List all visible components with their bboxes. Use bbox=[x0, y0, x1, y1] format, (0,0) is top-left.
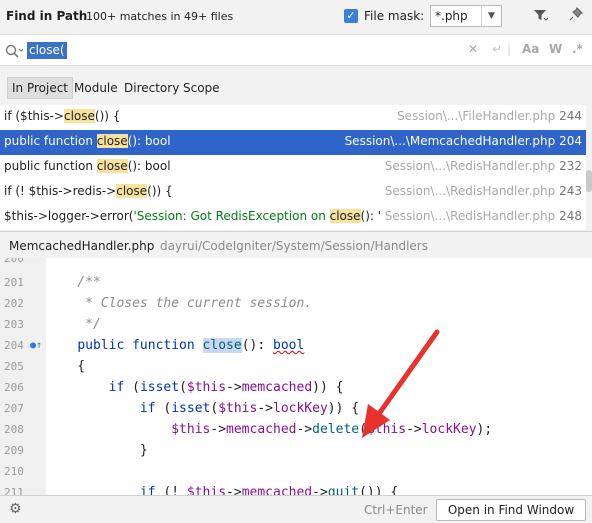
match-case-button[interactable]: Aa bbox=[522, 42, 539, 56]
pin-icon[interactable] bbox=[566, 6, 586, 27]
code-line: 203 */ bbox=[4, 317, 101, 332]
tab-directory[interactable]: Directory bbox=[120, 77, 183, 99]
code-line: 210 bbox=[4, 465, 24, 478]
code-line: 208 $this->memcached->delete($this->lock… bbox=[4, 422, 493, 437]
result-row[interactable]: if ($this->close()) { Session\...\FileHa… bbox=[0, 105, 586, 130]
implementation-marker-icon[interactable]: ●↑ bbox=[30, 340, 44, 354]
find-header: Find in Path 100+ matches in 49+ files ✓… bbox=[0, 0, 592, 34]
clear-icon[interactable]: ✕ bbox=[468, 42, 478, 56]
tab-in-project[interactable]: In Project bbox=[7, 77, 74, 99]
code-line: 202 * Closes the current session. bbox=[4, 296, 313, 311]
result-code: $this->logger->error('Session: Got Redis… bbox=[4, 209, 400, 223]
file-mask-checkbox[interactable]: ✓ bbox=[344, 9, 358, 23]
code-line: 211 if (! $this->memcached->quit()) { bbox=[4, 485, 399, 495]
regex-button[interactable]: .* bbox=[572, 42, 583, 56]
result-path: Session\...\RedisHandler.php 248 bbox=[380, 209, 582, 223]
preview-file-path: dayrui/CodeIgniter/System/Session/Handle… bbox=[160, 239, 428, 253]
results-list: if ($this->close()) { Session\...\FileHa… bbox=[0, 105, 592, 230]
file-mask-select[interactable]: *.php ▼ bbox=[430, 5, 502, 27]
result-code: if (! $this->redis->close()) { bbox=[4, 184, 173, 198]
result-row[interactable]: public function close(): bool Session\..… bbox=[0, 155, 586, 180]
code-line: 207 if (isset($this->lockKey)) { bbox=[4, 401, 360, 416]
tab-scope[interactable]: Scope bbox=[179, 77, 224, 99]
result-code: if ($this->close()) { bbox=[4, 109, 121, 123]
file-mask-label: File mask: bbox=[364, 9, 425, 23]
preview-file-name: MemcachedHandler.php bbox=[9, 239, 155, 253]
new-line-icon[interactable]: ↵ bbox=[492, 42, 502, 56]
search-bar: close( ✕ ↵ | Aa W .* bbox=[0, 34, 592, 66]
file-mask-value: *.php bbox=[435, 9, 468, 23]
preview-header: MemcachedHandler.php dayrui/CodeIgniter/… bbox=[0, 231, 592, 258]
match-count: 100+ matches in 49+ files bbox=[86, 10, 234, 23]
filter-icon[interactable] bbox=[530, 7, 550, 27]
result-row[interactable]: if (! $this->redis->close()) { Session\.… bbox=[0, 180, 586, 205]
open-in-find-window-button[interactable]: Open in Find Window bbox=[436, 499, 586, 521]
result-path: Session\...\RedisHandler.php 232 bbox=[380, 159, 582, 173]
code-line: 209 } bbox=[4, 443, 148, 458]
result-path: Session\...\FileHandler.php 244 bbox=[393, 109, 582, 123]
gear-icon[interactable]: ⚙ bbox=[9, 501, 22, 517]
result-code: public function close(): bool bbox=[4, 159, 171, 173]
scrollbar-thumb[interactable] bbox=[586, 170, 592, 192]
dialog-title: Find in Path bbox=[6, 9, 88, 23]
shortcut-hint: Ctrl+Enter bbox=[364, 503, 428, 517]
result-row[interactable]: $this->logger->error('Session: Got Redis… bbox=[0, 205, 586, 230]
search-icon[interactable] bbox=[4, 43, 24, 59]
result-code: public function close(): bool bbox=[4, 134, 171, 148]
code-line: 200 bbox=[4, 258, 24, 265]
whole-words-button[interactable]: W bbox=[549, 42, 562, 56]
code-line: 201 /** bbox=[4, 275, 101, 290]
results-scrollbar[interactable] bbox=[586, 105, 592, 230]
scope-tabs: In Project Module Directory Scope bbox=[0, 67, 592, 105]
result-path: Session\...\MemcachedHandler.php 204 bbox=[340, 134, 582, 148]
code-preview[interactable]: 200 201 /** 202 * Closes the current ses… bbox=[0, 258, 592, 495]
result-path: Session\...\RedisHandler.php 243 bbox=[380, 184, 582, 198]
separator: | bbox=[507, 42, 512, 56]
code-line: 206 if (isset($this->memcached)) { bbox=[4, 380, 344, 395]
tab-module[interactable]: Module bbox=[70, 77, 122, 99]
footer-bar: ⚙ Ctrl+Enter Open in Find Window bbox=[0, 495, 592, 523]
code-line: 205 { bbox=[4, 359, 86, 374]
code-line: 204 ●↑ public function close(): bool bbox=[4, 338, 305, 354]
search-input[interactable]: close( bbox=[27, 42, 67, 59]
result-row-selected[interactable]: public function close(): bool Session\..… bbox=[0, 130, 586, 155]
chevron-down-icon[interactable]: ▼ bbox=[481, 6, 501, 26]
